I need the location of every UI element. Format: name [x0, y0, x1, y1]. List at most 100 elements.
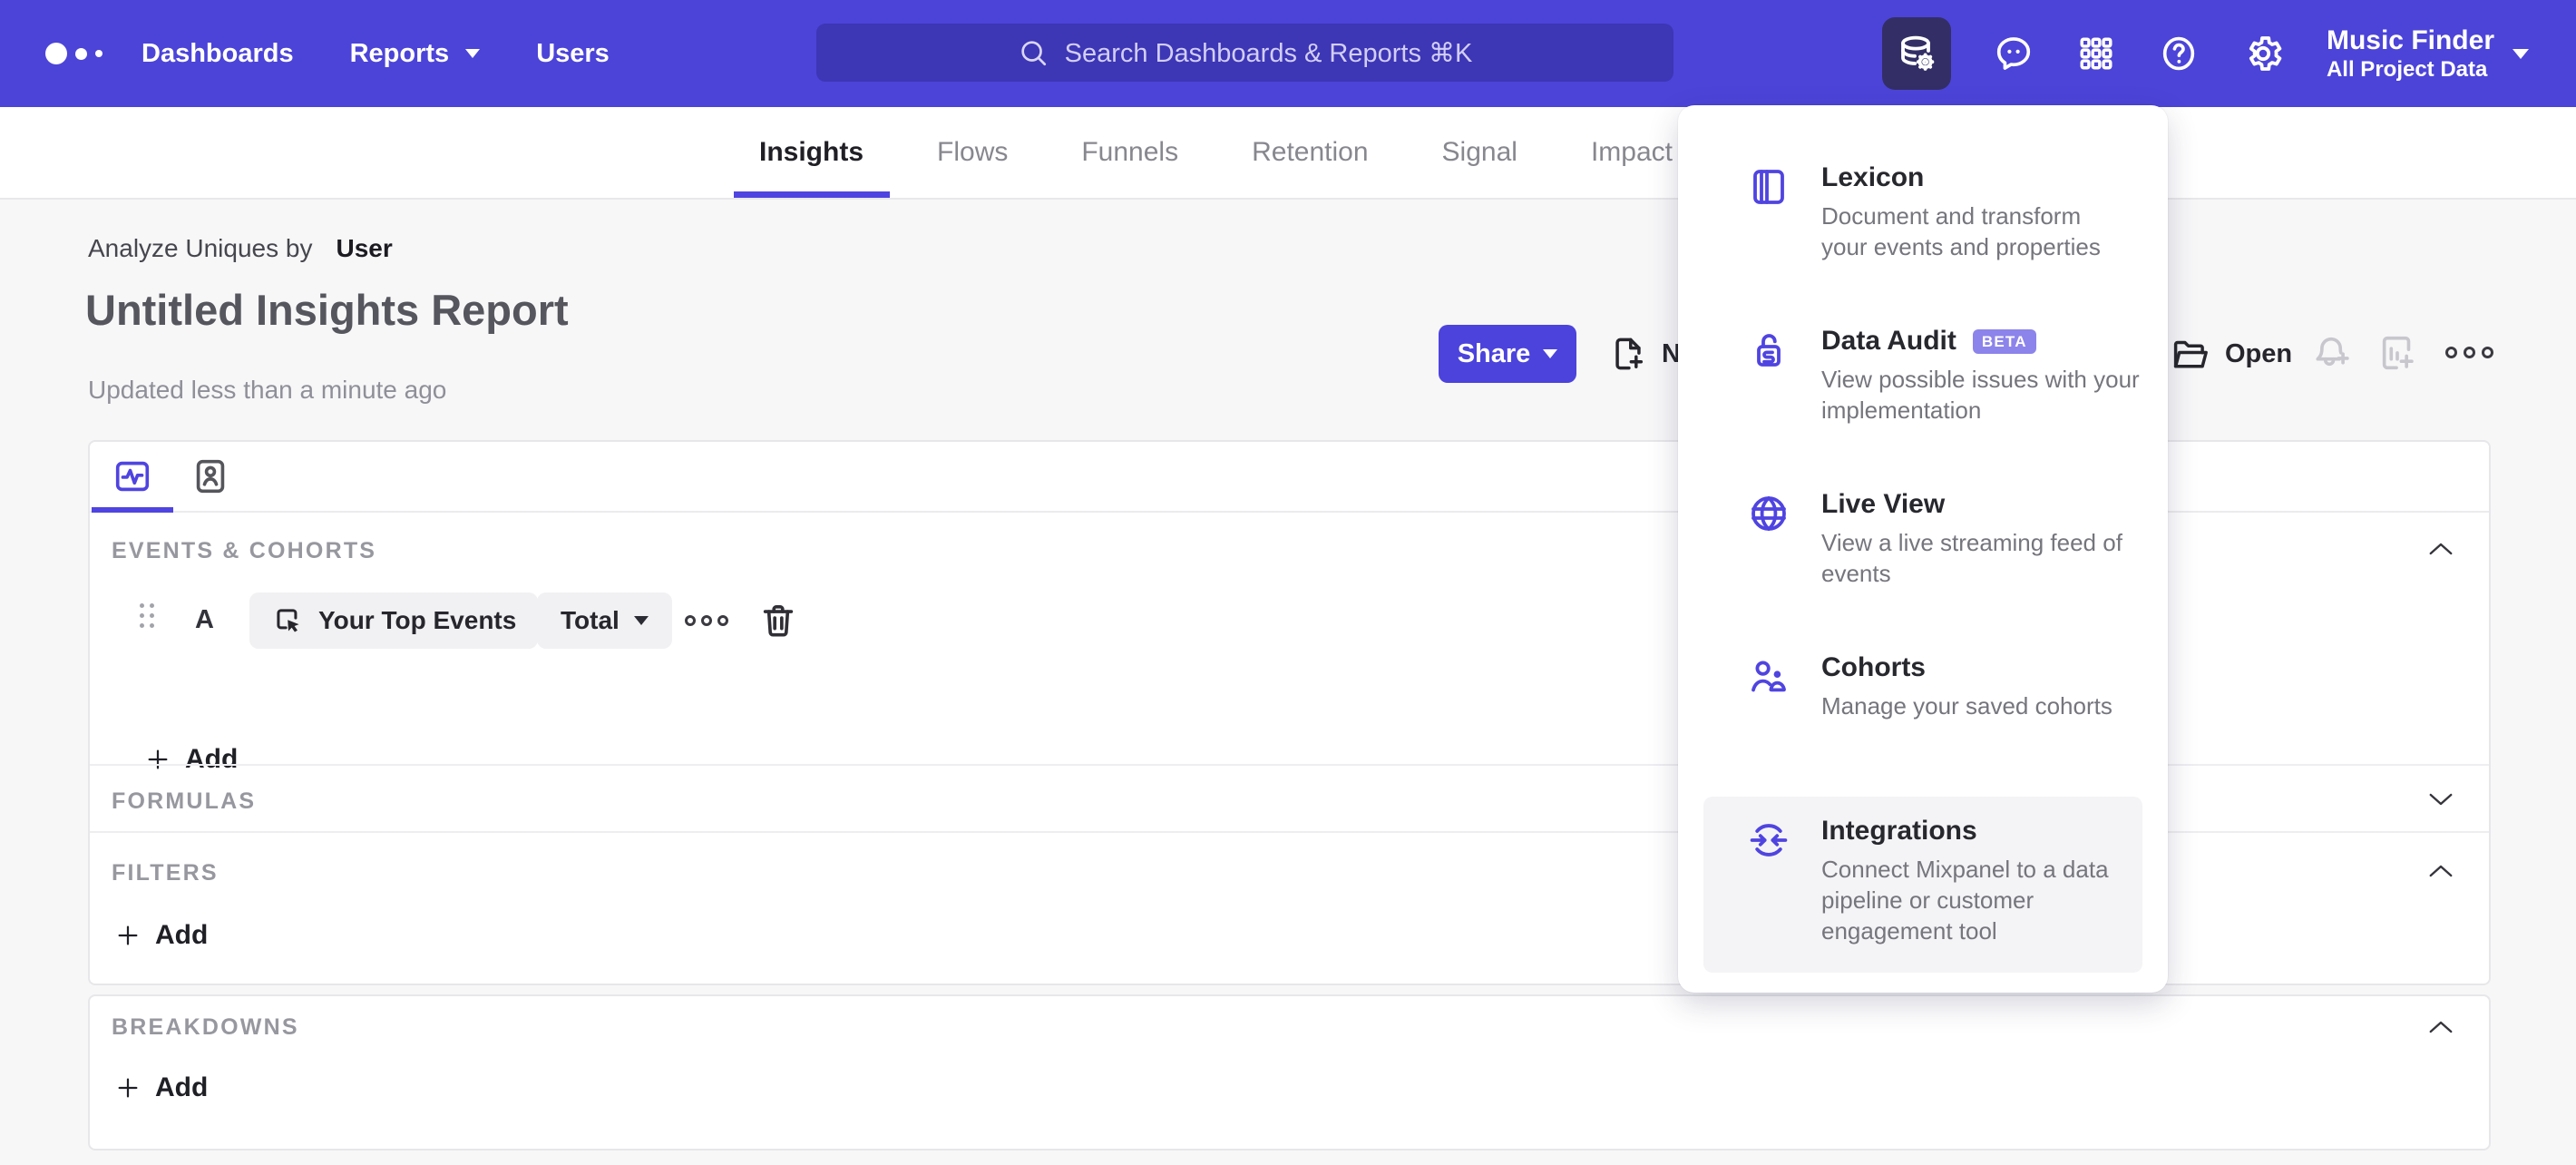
nav-dashboards-label: Dashboards	[141, 38, 294, 68]
plus-icon	[118, 1078, 138, 1098]
events-section-heading: EVENTS & COHORTS	[112, 538, 377, 563]
dot	[685, 615, 696, 626]
formulas-section-heading: FORMULAS	[112, 788, 257, 814]
aggregation-selector[interactable]: Total	[537, 592, 672, 649]
tab-signal[interactable]: Signal	[1442, 107, 1517, 198]
delete-row-button[interactable]	[757, 600, 799, 641]
cohorts-icon	[1747, 655, 1791, 699]
tab-profiles-view[interactable]	[188, 454, 233, 499]
nav-dashboards[interactable]: Dashboards	[141, 39, 294, 69]
menu-item-desc: View a live streaming feed of events	[1821, 529, 2122, 587]
feedback-chat-button[interactable]	[1993, 33, 2034, 74]
dot	[2482, 347, 2493, 358]
dot	[701, 615, 712, 626]
trash-icon	[763, 605, 794, 637]
menu-item-data-audit[interactable]: Data Audit BETA View possible issues wit…	[1703, 307, 2142, 470]
chart-plus-icon	[2382, 336, 2414, 370]
analyze-entity-selector[interactable]: User	[336, 234, 392, 263]
add-filter-button[interactable]: Add	[115, 920, 208, 951]
dot	[2445, 347, 2457, 358]
database-gear-icon	[1901, 35, 1935, 71]
main-nav: Dashboards Reports Users	[141, 0, 610, 107]
open-report-button[interactable]: Open	[2170, 325, 2292, 383]
project-info: Music Finder All Project Data	[2327, 24, 2494, 83]
menu-item-desc: Connect Mixpanel to a data pipeline or c…	[1821, 856, 2109, 945]
data-audit-icon	[1747, 328, 1791, 372]
menu-item-texts: Live View View a live streaming feed of …	[1821, 488, 2166, 589]
help-button[interactable]	[2158, 33, 2200, 74]
file-plus-icon	[1615, 338, 1644, 370]
folder-open-icon	[2173, 340, 2208, 368]
people-icon	[1751, 661, 1786, 692]
logo-dot-medium	[75, 47, 87, 60]
tab-impact[interactable]: Impact	[1591, 107, 1673, 198]
data-management-button[interactable]	[1881, 17, 1951, 90]
event-selector[interactable]: Your Top Events	[249, 592, 539, 649]
globe-icon	[1751, 496, 1786, 531]
tab-funnels[interactable]: Funnels	[1081, 107, 1178, 198]
drag-handle[interactable]	[140, 603, 154, 628]
menu-item-texts: Lexicon Document and transform your even…	[1821, 162, 2166, 262]
gear-icon	[2249, 36, 2282, 71]
chevron-down-icon	[1543, 349, 1558, 358]
alert-bell-button[interactable]	[2311, 332, 2353, 374]
page-title[interactable]: Untitled Insights Report	[85, 285, 569, 335]
help-icon	[2162, 36, 2195, 71]
settings-button[interactable]	[2241, 32, 2285, 75]
collapse-chevron-up-icon[interactable]	[2427, 1018, 2454, 1036]
search-placeholder: Search Dashboards & Reports ⌘K	[1064, 38, 1473, 68]
topbar-right-controls: Music Finder All Project Data	[1881, 0, 2576, 107]
mixpanel-logo[interactable]	[45, 0, 102, 107]
project-switcher[interactable]: Music Finder All Project Data	[2327, 24, 2529, 83]
event-cursor-icon	[277, 609, 299, 632]
grid-icon	[2080, 37, 2113, 70]
breakdowns-card: BREAKDOWNS Add	[88, 994, 2491, 1150]
nav-users[interactable]: Users	[536, 39, 610, 69]
chat-bubble-icon	[1996, 37, 2031, 70]
profile-card-icon	[196, 459, 225, 494]
live-view-icon	[1747, 492, 1791, 535]
menu-item-texts: Integrations Connect Mixpanel to a data …	[1821, 815, 2166, 946]
lexicon-book-icon	[1753, 170, 1784, 204]
tab-flows[interactable]: Flows	[937, 107, 1008, 198]
nav-reports[interactable]: Reports	[350, 39, 481, 69]
search-icon	[1020, 41, 1046, 66]
tab-insights[interactable]: Insights	[759, 107, 864, 198]
lock-icon	[1757, 334, 1781, 367]
apps-grid-button[interactable]	[2076, 34, 2116, 73]
menu-item-texts: Data Audit BETA View possible issues wit…	[1821, 325, 2166, 426]
chevron-down-icon	[2513, 48, 2529, 59]
menu-item-title: Integrations	[1821, 816, 1977, 846]
analyze-label: Analyze Uniques by	[88, 234, 313, 262]
data-tools-dropdown: Lexicon Document and transform your even…	[1678, 105, 2168, 993]
menu-item-cohorts[interactable]: Cohorts Manage your saved cohorts	[1703, 633, 2142, 797]
menu-item-desc: Document and transform your events and p…	[1821, 202, 2101, 260]
share-button[interactable]: Share	[1439, 325, 1576, 383]
tab-metrics-view[interactable]	[110, 454, 155, 499]
menu-item-lexicon[interactable]: Lexicon Document and transform your even…	[1703, 143, 2142, 307]
pulse-chart-icon	[115, 461, 150, 492]
lexicon-icon	[1747, 165, 1791, 209]
sync-arrows-icon	[1750, 824, 1788, 857]
chevron-down-icon	[465, 49, 481, 58]
plus-icon	[118, 925, 138, 945]
search-input[interactable]: Search Dashboards & Reports ⌘K	[816, 24, 1673, 82]
breakdowns-section-heading: BREAKDOWNS	[112, 1014, 299, 1040]
report-tabs: Insights Flows Funnels Retention Signal …	[759, 107, 1673, 198]
menu-item-title: Cohorts	[1821, 652, 1926, 682]
add-breakdown-button[interactable]: Add	[115, 1072, 208, 1103]
expand-chevron-down-icon[interactable]	[2427, 790, 2454, 808]
project-name: Music Finder	[2326, 25, 2494, 55]
menu-item-title: Data Audit	[1821, 326, 1956, 356]
collapse-chevron-up-icon[interactable]	[2427, 540, 2454, 558]
menu-item-live-view[interactable]: Live View View a live streaming feed of …	[1703, 470, 2142, 633]
menu-item-integrations[interactable]: Integrations Connect Mixpanel to a data …	[1703, 797, 2142, 973]
report-tabbar: Insights Flows Funnels Retention Signal …	[0, 107, 2576, 200]
dot	[2464, 347, 2475, 358]
tab-retention[interactable]: Retention	[1252, 107, 1368, 198]
add-to-board-button[interactable]	[2376, 332, 2418, 374]
row-more-options-button[interactable]	[685, 615, 728, 626]
collapse-chevron-up-icon[interactable]	[2427, 862, 2454, 880]
more-options-button[interactable]	[2445, 347, 2493, 358]
logo-dot-large	[45, 43, 67, 64]
